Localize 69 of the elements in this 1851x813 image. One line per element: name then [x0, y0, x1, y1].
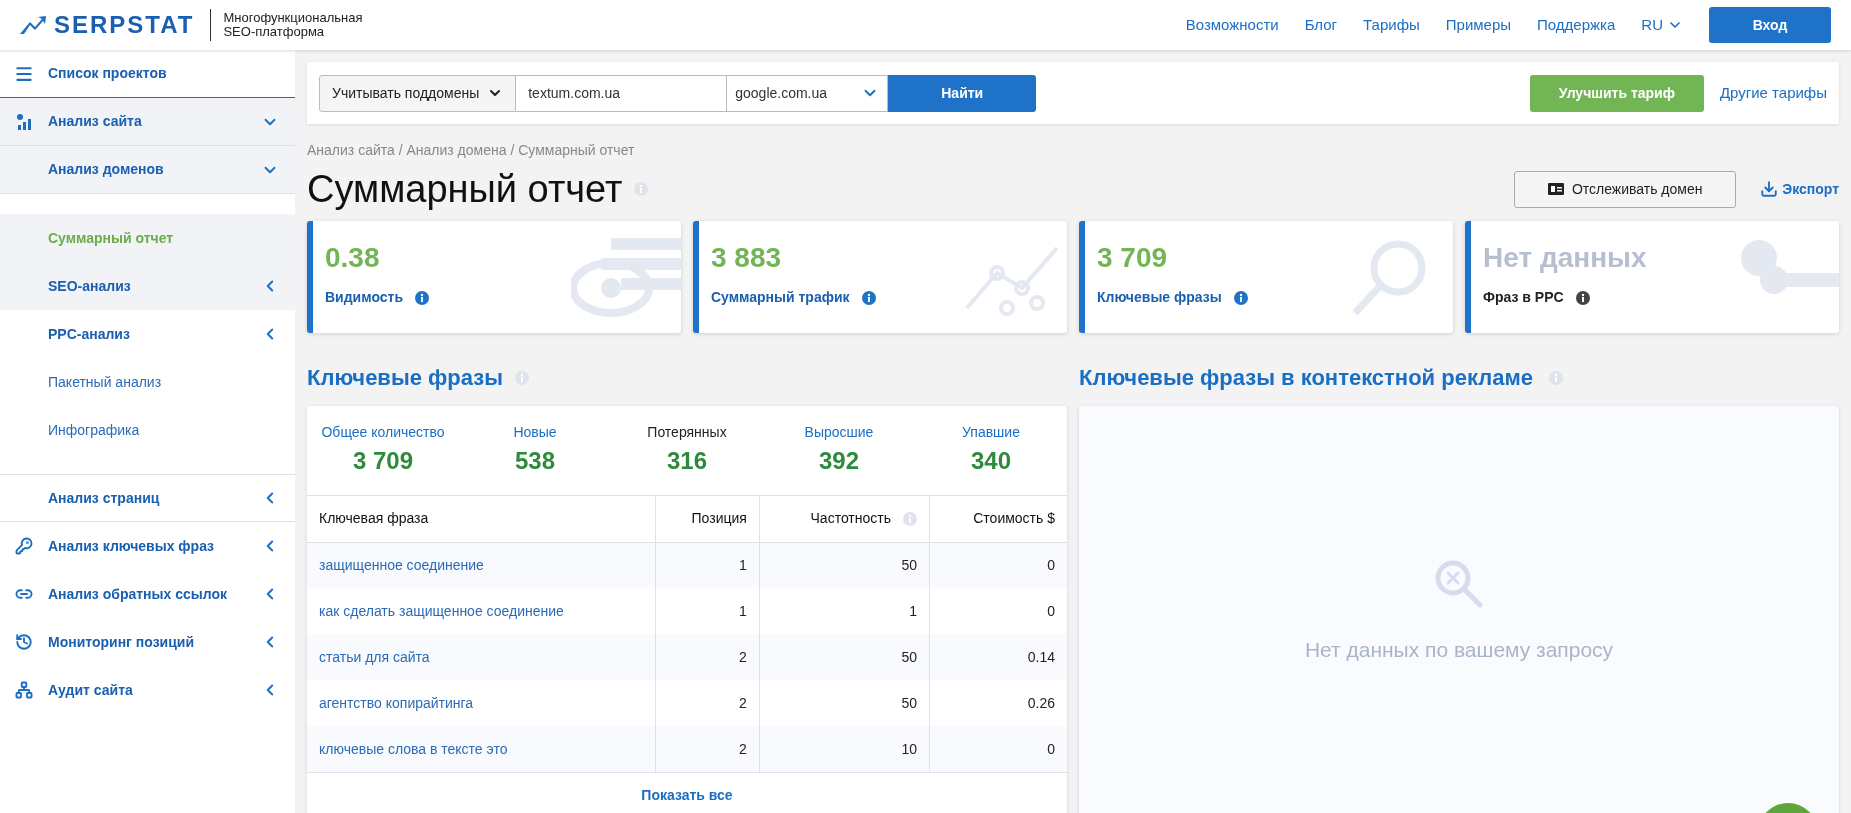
no-results-icon [1433, 558, 1485, 610]
keyword-link[interactable]: агентство копирайтинга [319, 694, 474, 711]
breadcrumb: Анализ сайта / Анализ домена / Суммарный отчет [307, 141, 636, 160]
show-all-link[interactable]: Показать все [641, 785, 733, 806]
stat-value: 316 [666, 446, 707, 476]
info-icon[interactable] [1575, 290, 1590, 305]
key-icon [15, 537, 33, 555]
table-cell: 10 [759, 726, 930, 772]
language-dropdown[interactable]: RU [1641, 13, 1683, 37]
history-icon [15, 633, 33, 651]
metric-label: Видимость [325, 288, 403, 307]
domain-input[interactable]: textum.com.ua [516, 74, 727, 112]
find-button[interactable]: Найти [888, 74, 1037, 112]
metric-value: 3 709 [1097, 241, 1169, 275]
stat-label[interactable]: Упавшие [962, 422, 1020, 443]
stat-label[interactable]: Новые [513, 422, 557, 443]
sidebar-item[interactable]: Анализ сайта [0, 98, 295, 146]
info-icon[interactable] [1233, 290, 1248, 305]
empty-message: Нет данных по вашему запросу [1304, 637, 1614, 663]
keyword-link[interactable]: как сделать защищенное соединение [319, 602, 564, 619]
chart-icon [15, 112, 33, 131]
section-title: Ключевые фразы [307, 364, 503, 392]
column-header: Стоимость $ [929, 496, 1067, 542]
metric-value: 3 883 [711, 241, 783, 275]
keyword-link[interactable]: ключевые слова в тексте это [319, 740, 508, 757]
sidebar-item[interactable]: SEO-анализ [0, 262, 295, 310]
tagline-text: SEO-платформа [223, 25, 325, 39]
stat-label[interactable]: Общее количество [321, 422, 445, 443]
stat-label[interactable]: Выросшие [804, 422, 874, 443]
track-domain-button[interactable]: Отслеживать домен [1514, 170, 1737, 208]
info-icon[interactable] [415, 290, 429, 305]
nav-link[interactable]: Блог [1304, 13, 1338, 37]
page-title: Суммарный отчет [307, 167, 623, 212]
sidebar-item[interactable]: Анализ доменов [0, 146, 295, 194]
stat-value: 538 [514, 446, 555, 476]
logo-text: SERPSTAT [54, 10, 195, 40]
metric-label: Фраз в PPC [1483, 288, 1564, 307]
info-icon[interactable] [861, 290, 876, 305]
tagline-text: Многофункциональная [223, 11, 363, 25]
nav-link[interactable]: Тарифы [1363, 13, 1420, 37]
id-card-icon [1547, 183, 1564, 195]
stat-value: 340 [970, 446, 1011, 476]
table-cell: 2 [655, 726, 760, 772]
nav-link[interactable]: Примеры [1445, 13, 1512, 37]
column-header: Ключевая фраза [307, 496, 656, 542]
nav-link[interactable]: Возможности [1185, 13, 1279, 37]
metric-value: 0.38 [325, 241, 381, 275]
keyword-link[interactable]: защищенное соединение [319, 556, 484, 573]
search-engine-dropdown[interactable]: google.com.ua [726, 74, 889, 112]
metric-label: Ключевые фразы [1097, 288, 1222, 307]
column-header: Частотность [759, 496, 930, 542]
metric-label: Суммарный трафик [711, 288, 850, 307]
hierarchy-icon [15, 681, 33, 699]
nav-link[interactable]: Поддержка [1537, 13, 1616, 37]
logo-icon [20, 16, 46, 34]
stat-value: 392 [818, 446, 859, 476]
stat-value: 3 709 [352, 446, 414, 476]
download-icon [1760, 180, 1779, 198]
subdomains-dropdown[interactable]: Учитывать поддомены [319, 74, 517, 112]
table-cell: 0 [929, 726, 1067, 772]
stat-label[interactable]: Потерянных [647, 422, 727, 443]
column-header: Позиция [655, 496, 760, 542]
section-title: Ключевые фразы в контекстной рекламе [1079, 364, 1533, 392]
login-button[interactable]: Вход [1709, 7, 1831, 43]
sidebar-item[interactable]: Анализ страниц [0, 474, 295, 522]
metric-value: Нет данных [1483, 241, 1648, 275]
other-plans-link[interactable]: Другие тарифы [1719, 81, 1827, 105]
keyword-link[interactable]: статьи для сайта [319, 648, 430, 665]
export-button[interactable]: Экспорт [1760, 178, 1839, 200]
